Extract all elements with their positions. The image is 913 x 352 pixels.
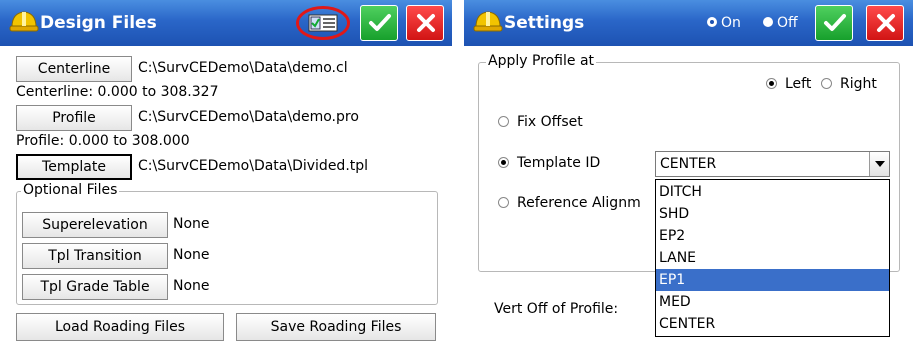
ok-button[interactable] [815, 5, 853, 41]
chevron-down-icon [875, 161, 885, 167]
fix-offset-radio[interactable]: Fix Offset [498, 114, 583, 130]
design-files-window: Design Files Centerline C:\SurvCEDemo\Da… [0, 0, 452, 352]
template-id-select[interactable]: CENTER [655, 151, 890, 177]
radio-icon [766, 78, 777, 89]
template-path: C:\SurvCEDemo\Data\Divided.tpl [138, 158, 369, 174]
checkmark-icon [369, 14, 391, 31]
tpl-grade-table-button[interactable]: Tpl Grade Table [22, 274, 168, 300]
close-button[interactable] [406, 5, 444, 41]
window-title: Design Files [40, 13, 157, 33]
tpl-grade-table-value: None [173, 278, 210, 294]
left-radio[interactable]: Left [766, 76, 811, 92]
tpl-transition-value: None [173, 247, 210, 263]
radio-icon [707, 17, 717, 27]
template-button[interactable]: Template [16, 154, 132, 180]
dropdown-option[interactable]: CENTER [656, 313, 889, 335]
on-radio[interactable]: On [707, 0, 741, 46]
dropdown-option-selected[interactable]: EP1 [656, 269, 889, 291]
helmet-icon [473, 11, 503, 32]
template-id-value: CENTER [660, 156, 717, 172]
radio-icon [498, 157, 509, 168]
superelevation-value: None [173, 216, 210, 232]
tpl-transition-button[interactable]: Tpl Transition [22, 243, 168, 269]
dropdown-option[interactable]: SHD [656, 203, 889, 225]
fix-offset-label: Fix Offset [517, 114, 583, 130]
close-button[interactable] [866, 5, 904, 41]
template-id-radio[interactable]: Template ID [498, 155, 600, 171]
close-x-icon [877, 14, 895, 32]
close-x-icon [417, 14, 435, 32]
template-id-dropdown-list: DITCH SHD EP2 LANE EP1 MED CENTER [655, 179, 890, 337]
superelevation-button[interactable]: Superelevation [22, 212, 168, 238]
profile-button[interactable]: Profile [16, 105, 132, 131]
centerline-range: Centerline: 0.000 to 308.327 [16, 84, 219, 100]
ok-button[interactable] [360, 5, 398, 41]
on-label: On [721, 15, 741, 31]
template-id-label: Template ID [517, 155, 601, 171]
save-roading-files-button[interactable]: Save Roading Files [236, 313, 436, 341]
radio-icon [498, 197, 509, 208]
optional-files-legend: Optional Files [21, 182, 120, 198]
window-title: Settings [504, 13, 585, 33]
reference-alignment-radio[interactable]: Reference Alignm [498, 195, 641, 211]
dropdown-option[interactable]: DITCH [656, 181, 889, 203]
right-label: Right [840, 76, 877, 92]
layer-list-button[interactable] [296, 6, 350, 40]
off-radio[interactable]: Off [763, 0, 798, 46]
reference-alignment-label: Reference Alignm [517, 195, 641, 211]
profile-range: Profile: 0.000 to 308.000 [16, 133, 190, 149]
apply-profile-legend: Apply Profile at [486, 53, 597, 69]
left-label: Left [785, 76, 812, 92]
radio-icon [498, 116, 509, 127]
centerline-button[interactable]: Centerline [16, 56, 132, 82]
checkmark-icon [824, 14, 846, 31]
title-bar: Design Files [0, 0, 452, 46]
vert-off-profile-label: Vert Off of Profile: [494, 301, 619, 317]
right-radio[interactable]: Right [821, 76, 877, 92]
profile-path: C:\SurvCEDemo\Data\demo.pro [138, 109, 359, 125]
layer-list-icon [308, 14, 338, 32]
off-label: Off [777, 15, 798, 31]
helmet-icon [9, 11, 39, 32]
title-bar: Settings On Off [464, 0, 913, 46]
dropdown-option[interactable]: LANE [656, 247, 889, 269]
settings-window: Settings On Off Apply Profile at Left Ri… [464, 0, 913, 352]
radio-icon [763, 17, 773, 27]
dropdown-arrow-button[interactable] [869, 152, 889, 176]
dropdown-option[interactable]: EP2 [656, 225, 889, 247]
centerline-path: C:\SurvCEDemo\Data\demo.cl [138, 60, 348, 76]
radio-icon [821, 78, 832, 89]
dropdown-option[interactable]: MED [656, 291, 889, 313]
load-roading-files-button[interactable]: Load Roading Files [16, 313, 224, 341]
